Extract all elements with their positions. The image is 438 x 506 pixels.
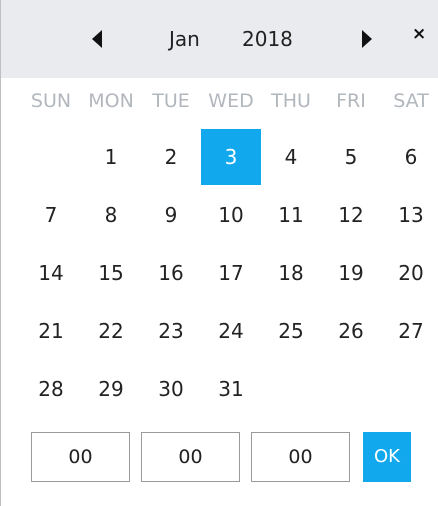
day-cell[interactable]: 23 bbox=[141, 303, 201, 359]
day-cell[interactable]: 9 bbox=[141, 187, 201, 243]
day-cell[interactable]: 7 bbox=[21, 187, 81, 243]
day-cell[interactable]: 8 bbox=[81, 187, 141, 243]
day-cell-selected[interactable]: 3 bbox=[201, 129, 261, 185]
year-label[interactable]: 2018 bbox=[242, 27, 293, 51]
day-cell[interactable]: 27 bbox=[381, 303, 438, 359]
day-cell[interactable]: 4 bbox=[261, 129, 321, 185]
date-picker: Jan 2018 × SUN MON TUE WED THU FRI SAT 1… bbox=[0, 0, 438, 506]
month-label[interactable]: Jan bbox=[169, 27, 200, 51]
day-cell[interactable]: 24 bbox=[201, 303, 261, 359]
day-cell[interactable]: 30 bbox=[141, 361, 201, 417]
triangle-right-icon bbox=[362, 30, 372, 48]
day-cell[interactable]: 17 bbox=[201, 245, 261, 301]
day-cell[interactable]: 31 bbox=[201, 361, 261, 417]
next-month-button[interactable] bbox=[353, 26, 377, 52]
day-cell[interactable]: 16 bbox=[141, 245, 201, 301]
weekday-label: THU bbox=[271, 90, 311, 112]
day-cell[interactable]: 22 bbox=[81, 303, 141, 359]
day-cell[interactable]: 15 bbox=[81, 245, 141, 301]
weekday-label: FRI bbox=[336, 90, 366, 112]
day-cell[interactable]: 12 bbox=[321, 187, 381, 243]
close-icon[interactable]: × bbox=[412, 24, 426, 44]
weekday-label: MON bbox=[88, 90, 134, 112]
day-cell[interactable]: 14 bbox=[21, 245, 81, 301]
minute-input[interactable]: 00 bbox=[141, 432, 240, 482]
day-cell[interactable]: 10 bbox=[201, 187, 261, 243]
day-cell[interactable]: 5 bbox=[321, 129, 381, 185]
day-cell[interactable]: 11 bbox=[261, 187, 321, 243]
day-cell[interactable]: 2 bbox=[141, 129, 201, 185]
day-cell[interactable]: 20 bbox=[381, 245, 438, 301]
ok-button[interactable]: OK bbox=[363, 432, 411, 482]
day-cell[interactable]: 18 bbox=[261, 245, 321, 301]
day-cell[interactable]: 19 bbox=[321, 245, 381, 301]
second-input[interactable]: 00 bbox=[251, 432, 350, 482]
weekday-label: TUE bbox=[152, 90, 190, 112]
day-cell[interactable]: 28 bbox=[21, 361, 81, 417]
day-cell[interactable]: 25 bbox=[261, 303, 321, 359]
day-cell[interactable]: 21 bbox=[21, 303, 81, 359]
day-cell[interactable]: 6 bbox=[381, 129, 438, 185]
day-cell[interactable]: 26 bbox=[321, 303, 381, 359]
triangle-left-icon bbox=[92, 30, 102, 48]
calendar-header: Jan 2018 × bbox=[1, 0, 438, 78]
weekday-label: SUN bbox=[30, 90, 72, 112]
day-cell[interactable]: 1 bbox=[81, 129, 141, 185]
weekday-row: SUN MON TUE WED THU FRI SAT bbox=[21, 86, 438, 116]
prev-month-button[interactable] bbox=[87, 26, 111, 52]
day-cell[interactable]: 29 bbox=[81, 361, 141, 417]
day-cell[interactable]: 13 bbox=[381, 187, 438, 243]
weekday-label: SAT bbox=[393, 90, 429, 112]
weekday-label: WED bbox=[208, 90, 254, 112]
hour-input[interactable]: 00 bbox=[31, 432, 130, 482]
